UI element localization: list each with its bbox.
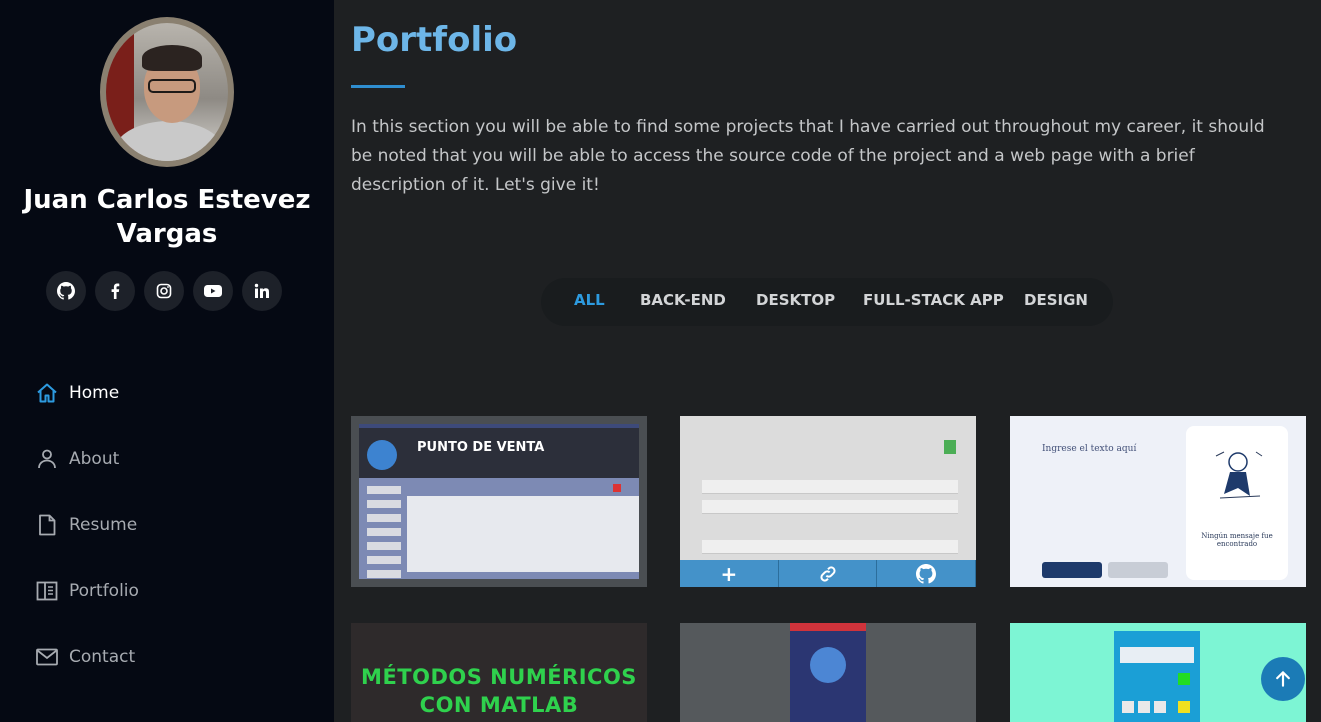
section-intro: In this section you will be able to find…	[351, 117, 1265, 195]
title-underline	[351, 85, 405, 88]
github-icon[interactable]	[46, 271, 86, 311]
profile-name: Juan Carlos Estevez Vargas	[23, 185, 311, 249]
nav-item-label: Portfolio	[69, 581, 139, 601]
filter-design[interactable]: DESIGN	[1024, 291, 1088, 309]
portfolio-item-matlab[interactable]: MÉTODOS NUMÉRICOS CON MATLAB	[351, 623, 647, 722]
filter-all[interactable]: ALL	[574, 291, 605, 309]
nav-item-label: About	[69, 449, 120, 469]
filter-full-stack-app[interactable]: FULL-STACK APP	[863, 291, 1004, 309]
link-icon[interactable]	[779, 560, 878, 587]
portfolio-item-punto-de-venta[interactable]: PUNTO DE VENTA	[351, 416, 647, 587]
nav-item-label: Resume	[69, 515, 138, 535]
portfolio-item-phone-app[interactable]	[680, 623, 976, 722]
title-line-1: MÉTODOS NUMÉRICOS	[361, 665, 637, 689]
portfolio-filters: ALL BACK-END DESKTOP FULL-STACK APP DESI…	[541, 278, 1113, 326]
main-content: Portfolio In this section you will be ab…	[334, 0, 1321, 722]
instagram-icon[interactable]	[144, 271, 184, 311]
project-title: MÉTODOS NUMÉRICOS CON MATLAB	[351, 663, 647, 719]
nav-item-resume[interactable]: Resume	[35, 492, 139, 558]
back-to-top-button[interactable]	[1261, 657, 1305, 701]
project-title: PUNTO DE VENTA	[417, 440, 545, 455]
social-links	[46, 271, 282, 311]
nav-item-about[interactable]: About	[35, 426, 139, 492]
portfolio-item-list-app[interactable]: +	[680, 416, 976, 587]
arrow-up-icon	[1276, 671, 1290, 687]
avatar	[100, 17, 234, 167]
github-icon[interactable]	[877, 560, 976, 587]
input-label: Ingrese el texto aquí	[1042, 444, 1137, 454]
person-icon	[35, 447, 59, 471]
filter-back-end[interactable]: BACK-END	[640, 291, 726, 309]
nav-item-home[interactable]: Home	[35, 360, 139, 426]
nav-item-portfolio[interactable]: Portfolio	[35, 558, 139, 624]
section-title: Portfolio	[351, 20, 518, 60]
nav-item-contact[interactable]: Contact	[35, 624, 139, 690]
nav-item-label: Contact	[69, 647, 136, 667]
file-icon	[35, 513, 59, 537]
portfolio-item-messages[interactable]: Ingrese el texto aquí Ningún mensaje fue…	[1010, 416, 1306, 587]
linkedin-icon[interactable]	[242, 271, 282, 311]
sidebar: Juan Carlos Estevez Vargas Home About Re…	[0, 0, 334, 722]
facebook-icon[interactable]	[95, 271, 135, 311]
add-icon[interactable]: +	[680, 560, 779, 587]
envelope-icon	[35, 645, 59, 669]
empty-state-caption: Ningún mensaje fue encontrado	[1201, 532, 1273, 548]
nav-item-label: Home	[69, 383, 120, 403]
book-icon	[35, 579, 59, 603]
avatar	[367, 440, 397, 470]
home-icon	[35, 381, 59, 405]
title-line-2: CON MATLAB	[419, 693, 579, 717]
avatar	[810, 647, 846, 683]
nav-menu: Home About Resume Portfolio Contact	[35, 360, 139, 690]
filter-desktop[interactable]: DESKTOP	[756, 291, 835, 309]
youtube-icon[interactable]	[193, 271, 233, 311]
